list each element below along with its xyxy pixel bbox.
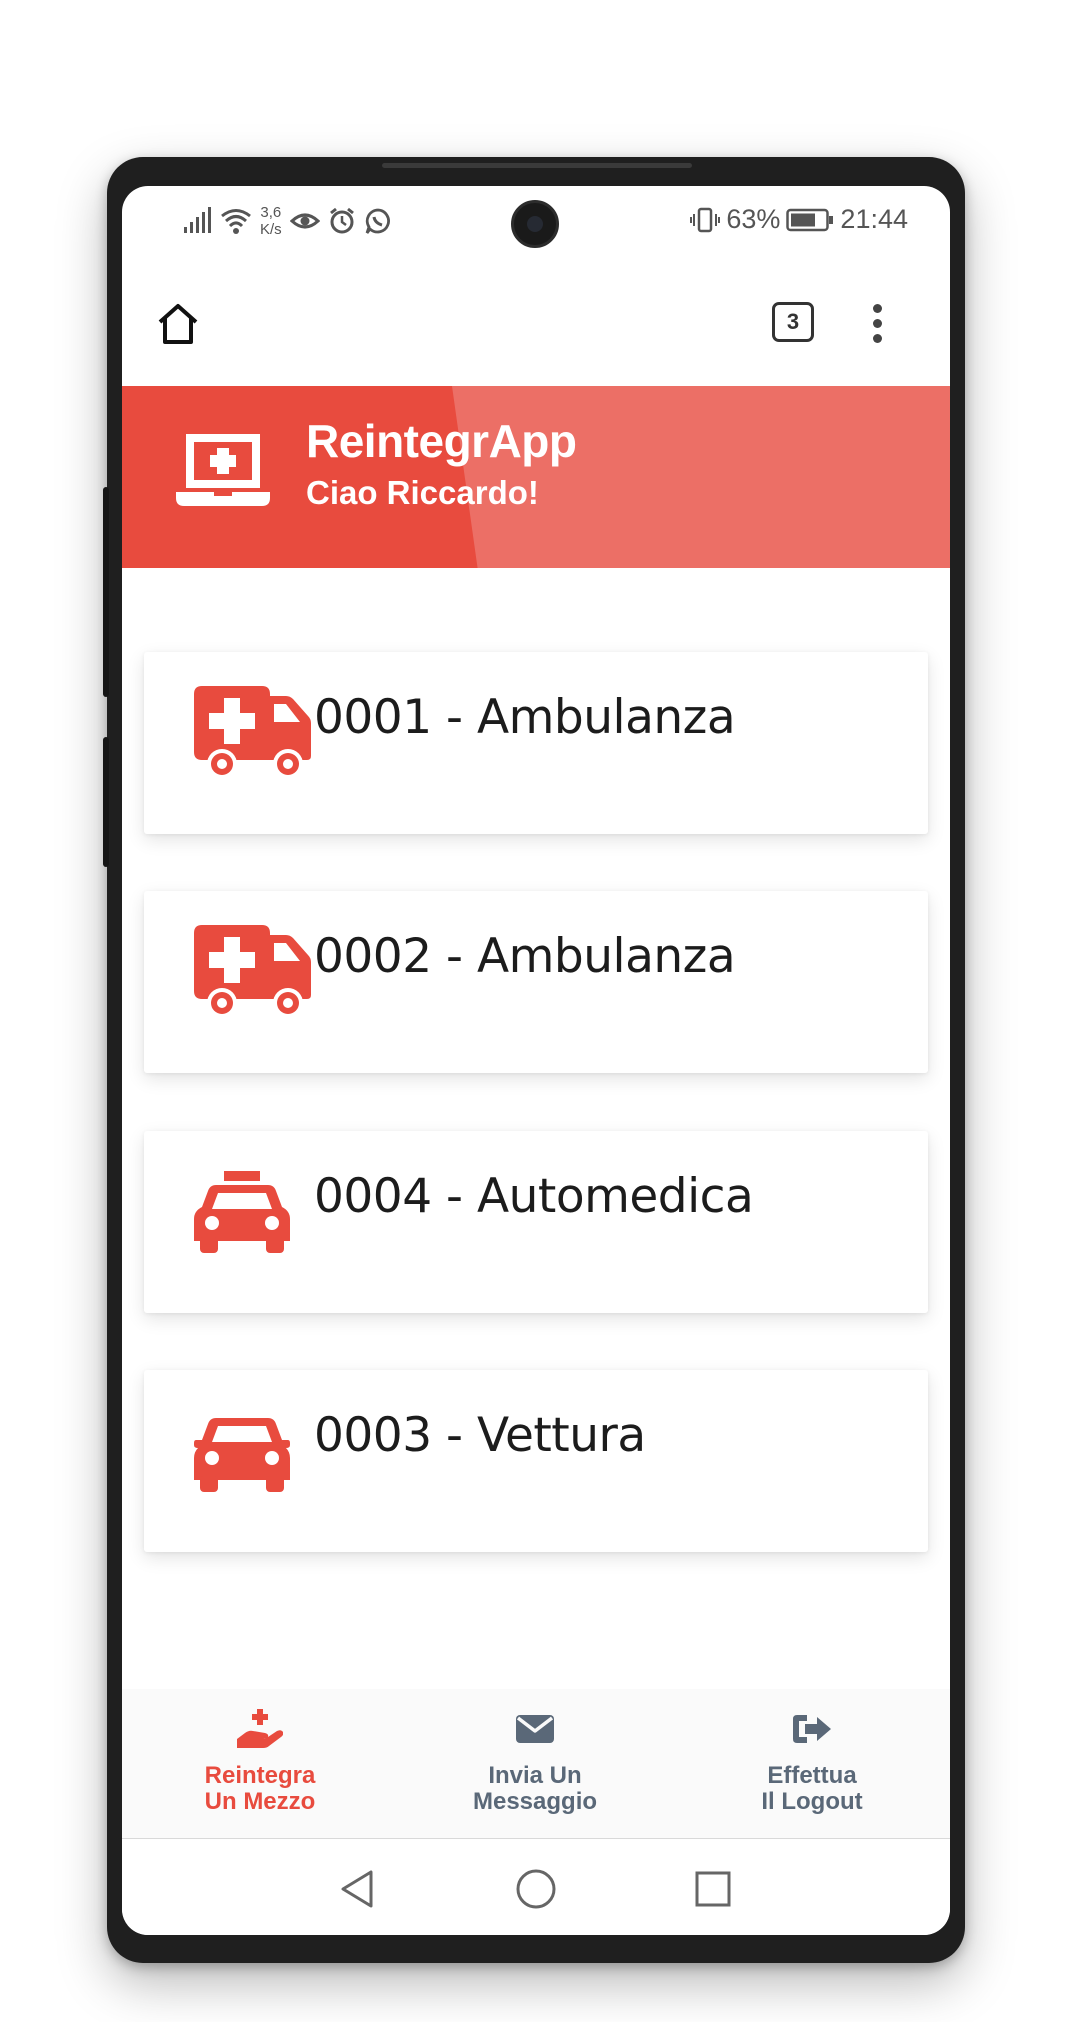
network-speed: 3,6 K/s bbox=[260, 204, 282, 238]
ambulance-icon bbox=[194, 686, 311, 779]
home-circle-icon[interactable] bbox=[515, 1868, 557, 1910]
recents-icon[interactable] bbox=[692, 1868, 734, 1910]
wifi-icon bbox=[221, 209, 251, 234]
home-icon[interactable] bbox=[154, 300, 202, 348]
user-greeting: Ciao Riccardo! bbox=[306, 474, 539, 511]
nav-label: Invia Un Messaggio bbox=[472, 1762, 598, 1815]
earpiece-slit bbox=[382, 163, 692, 168]
eye-icon bbox=[289, 213, 320, 229]
envelope-icon bbox=[516, 1715, 554, 1743]
phone-screen: 3,6 K/s 63% 21:44 3 ReintegrApp Ciao Ric… bbox=[122, 186, 950, 1935]
alarm-icon bbox=[329, 207, 354, 234]
signal-icon bbox=[184, 207, 211, 233]
taxi-icon bbox=[194, 1171, 290, 1253]
phone-side-button bbox=[103, 737, 109, 867]
vehicle-name: 0002 - Ambulanza bbox=[314, 929, 736, 984]
status-right: 63% 21:44 bbox=[690, 204, 908, 235]
app-title: ReintegrApp bbox=[306, 415, 577, 467]
hand-holding-medical-icon bbox=[237, 1709, 283, 1748]
vibrate-icon bbox=[690, 207, 721, 232]
vehicle-name: 0003 - Vettura bbox=[314, 1408, 646, 1463]
front-camera bbox=[511, 200, 559, 248]
bottom-navigation: Reintegra Un Mezzo Invia Un Messaggio Ef… bbox=[122, 1689, 950, 1839]
laptop-medical-icon bbox=[176, 434, 270, 506]
whatsapp-icon bbox=[365, 208, 390, 234]
phone-side-button bbox=[103, 487, 109, 697]
system-navigation-bar bbox=[122, 1840, 950, 1935]
network-speed-unit: K/s bbox=[260, 221, 282, 238]
nav-logout[interactable]: Effettua Il Logout bbox=[712, 1709, 912, 1815]
nav-label: Effettua Il Logout bbox=[761, 1762, 863, 1815]
status-bar: 3,6 K/s 63% 21:44 bbox=[122, 186, 950, 274]
vehicle-card[interactable]: 0003 - Vettura bbox=[144, 1370, 928, 1552]
vehicle-name: 0004 - Automedica bbox=[314, 1169, 754, 1224]
network-speed-value: 3,6 bbox=[260, 204, 282, 221]
sign-out-icon bbox=[793, 1715, 831, 1743]
vehicle-card[interactable]: 0004 - Automedica bbox=[144, 1131, 928, 1313]
vehicle-card[interactable]: 0001 - Ambulanza bbox=[144, 652, 928, 834]
nav-reintegra-mezzo[interactable]: Reintegra Un Mezzo bbox=[160, 1709, 360, 1815]
nav-invia-messaggio[interactable]: Invia Un Messaggio bbox=[435, 1709, 635, 1815]
nav-label: Reintegra Un Mezzo bbox=[204, 1762, 316, 1815]
tabs-button[interactable]: 3 bbox=[772, 302, 814, 342]
more-vert-icon[interactable] bbox=[862, 300, 892, 348]
back-icon[interactable] bbox=[337, 1868, 379, 1910]
app-header: ReintegrApp Ciao Riccardo! bbox=[122, 386, 950, 568]
ambulance-icon bbox=[194, 925, 311, 1018]
clock: 21:44 bbox=[840, 204, 908, 234]
vehicle-name: 0001 - Ambulanza bbox=[314, 690, 736, 745]
vehicle-card[interactable]: 0002 - Ambulanza bbox=[144, 891, 928, 1073]
status-left: 3,6 K/s bbox=[182, 204, 392, 238]
browser-toolbar: 3 bbox=[122, 274, 950, 386]
phone-frame: 3,6 K/s 63% 21:44 3 ReintegrApp Ciao Ric… bbox=[103, 157, 965, 1963]
battery-icon bbox=[786, 208, 834, 231]
car-icon bbox=[194, 1418, 290, 1492]
battery-percent: 63% bbox=[726, 204, 781, 234]
